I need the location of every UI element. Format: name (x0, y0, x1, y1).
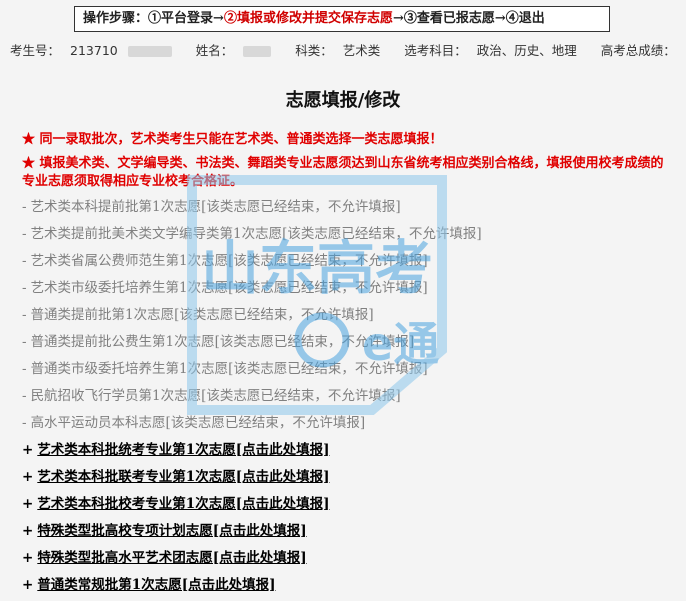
fill-link-special-plan[interactable]: 特殊类型批高校专项计划志愿[点击此处填报] (37, 523, 306, 539)
batch-open-item: + 艺术类本科批校考专业第1次志愿[点击此处填报] (22, 496, 330, 512)
fill-link-art-school[interactable]: 艺术类本科批校考专业第1次志愿[点击此处填报] (37, 496, 329, 512)
step-arrow: → (392, 11, 404, 26)
step-login: ①平台登录 (148, 11, 214, 26)
volunteer-batch-list: - 艺术类本科提前批第1次志愿[该类志愿已经结束，不允许填报] - 艺术类提前批美术… (22, 196, 662, 601)
batch-closed-item: - 艺术类市级委托培养生第1次志愿[该类志愿已经结束，不允许填报] (22, 280, 428, 296)
category: 科类： 艺术类 (295, 43, 381, 58)
student-info: 考生号： 213710 姓名： 科类： 艺术类 选考科目： 政治、历史、地理 高考总成… (10, 40, 680, 59)
redacted-block (243, 46, 272, 57)
elective-subjects: 选考科目： 政治、历史、地理 (404, 43, 577, 58)
step-exit: ④退出 (505, 11, 545, 26)
batch-open-item: + 特殊类型批高校专项计划志愿[点击此处填报] (22, 523, 307, 539)
step-arrow: → (494, 11, 506, 26)
steps-label: 操作步骤： (83, 11, 149, 26)
step-arrow: → (213, 11, 224, 26)
batch-closed-item: - 艺术类省属公费师范生第1次志愿[该类志愿已经结束，不允许填报] (22, 253, 428, 269)
batch-open-item: + 艺术类本科批统考专业第1次志愿[点击此处填报] (22, 442, 330, 458)
batch-open-item: + 特殊类型批高水平艺术团志愿[点击此处填报] (22, 550, 307, 566)
batch-open-item: + 艺术类本科批联考专业第1次志愿[点击此处填报] (22, 469, 330, 485)
batch-closed-item: - 民航招收飞行学员第1次志愿[该类志愿已经结束，不允许填报] (22, 388, 401, 404)
page-title: 志愿填报/修改 (285, 90, 401, 111)
fill-link-art-troupe[interactable]: 特殊类型批高水平艺术团志愿[点击此处填报] (37, 550, 306, 566)
redacted-block (127, 46, 172, 57)
batch-closed-item: - 艺术类本科提前批第1次志愿[该类志愿已经结束，不允许填报] (22, 199, 401, 215)
step-view: ③查看已报志愿 (403, 11, 495, 26)
exam-number: 考生号： 213710 (10, 43, 182, 58)
total-score: 高考总成绩： (601, 43, 680, 58)
fill-link-regular[interactable]: 普通类常规批第1次志愿[点击此处填报] (37, 577, 275, 593)
student-name: 姓名： (196, 43, 282, 58)
batch-open-item: + 普通类常规批第1次志愿[点击此处填报] (22, 577, 276, 593)
batch-closed-item: - 普通类提前批第1次志愿[该类志愿已经结束，不允许填报] (22, 307, 374, 323)
fill-link-art-joint[interactable]: 艺术类本科批联考专业第1次志愿[点击此处填报] (37, 469, 329, 485)
notice-art-category: ★ 同一录取批次，艺术类考生只能在艺术类、普通类选择一类志愿填报！ (22, 132, 443, 147)
batch-closed-item: - 艺术类提前批美术类文学编导类第1次志愿[该类志愿已经结束，不允许填报] (22, 226, 482, 242)
batch-closed-item: - 普通类提前批公费生第1次志愿[该类志愿已经结束，不允许填报] (22, 334, 415, 350)
notice-qualification: ★ 填报美术类、文学编导类、书法类、舞蹈类专业志愿须达到山东省统考相应类别合格线… (22, 156, 664, 189)
batch-closed-item: - 普通类市级委托培养生第1次志愿[该类志愿已经结束，不允许填报] (22, 361, 428, 377)
fill-link-art-unified[interactable]: 艺术类本科批统考专业第1次志愿[点击此处填报] (37, 442, 329, 458)
batch-closed-item: - 高水平运动员本科志愿[该类志愿已经结束，不允许填报] (22, 415, 366, 431)
operation-steps-bar: 操作步骤：①平台登录→②填报或修改并提交保存志愿→③查看已报志愿→④退出 (74, 6, 610, 32)
step-fill-current: ②填报或修改并提交保存志愿 (223, 11, 393, 26)
